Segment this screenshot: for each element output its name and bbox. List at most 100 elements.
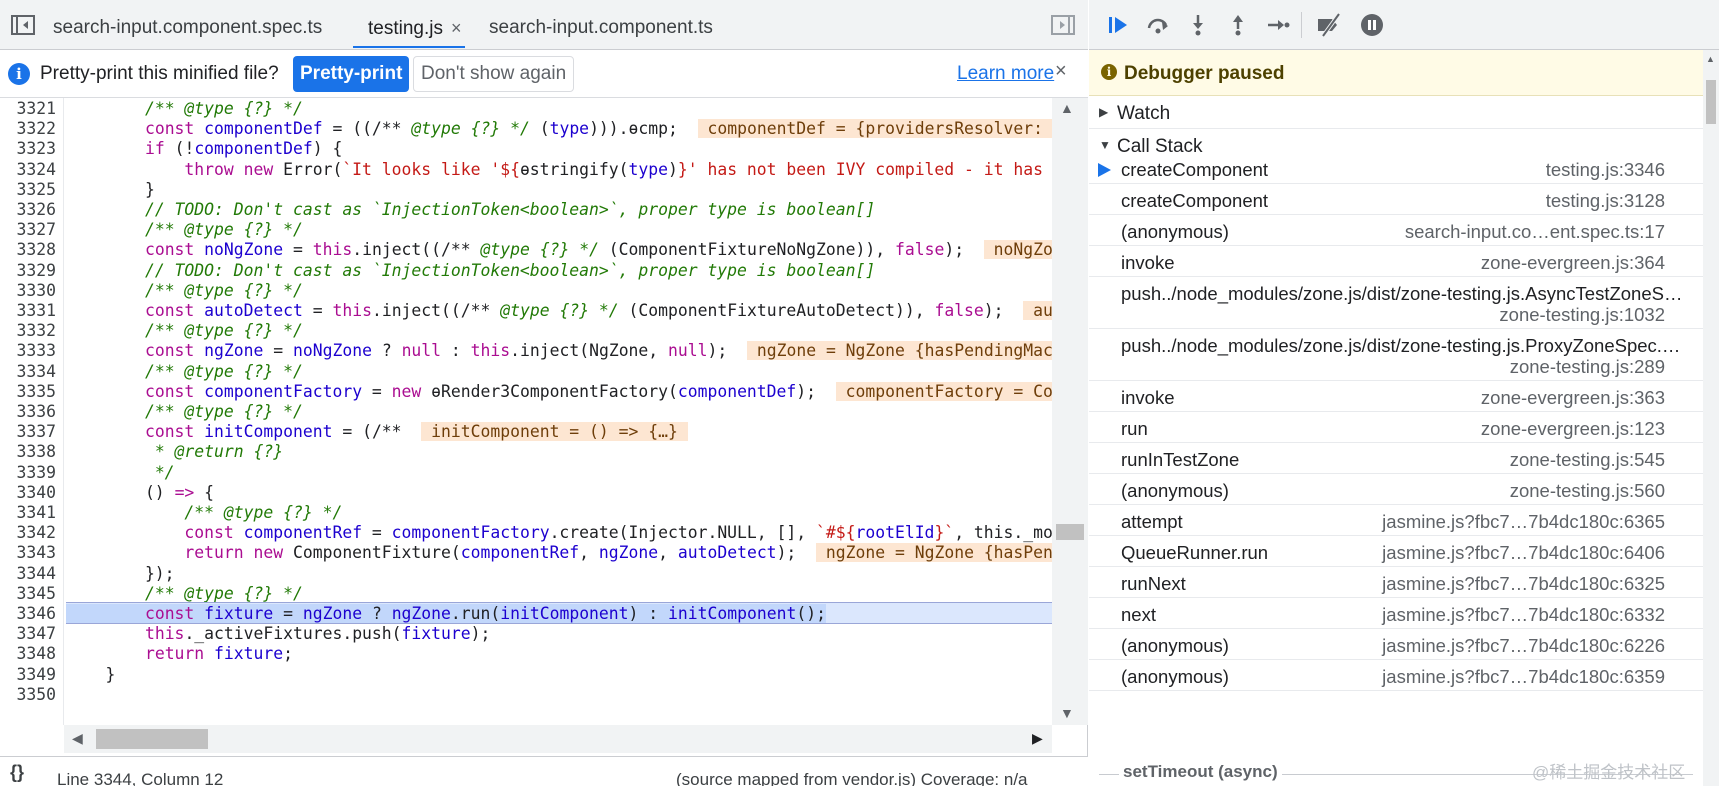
line-number[interactable]: 3323 xyxy=(17,138,56,160)
call-stack-frame[interactable]: push../node_modules/zone.js/dist/zone-te… xyxy=(1089,277,1703,329)
code-line[interactable]: const componentFactory = new ɵRender3Com… xyxy=(66,381,1052,403)
code-line[interactable]: * @return {?} xyxy=(66,441,283,463)
call-stack-frame[interactable]: invoke zone-evergreen.js:363 xyxy=(1089,381,1703,412)
toggle-debugger-icon[interactable] xyxy=(1050,13,1076,37)
toggle-navigator-icon[interactable] xyxy=(10,13,36,37)
code-line[interactable]: throw new Error(`It looks like '${ɵstrin… xyxy=(66,159,1052,181)
code-line[interactable]: /** @type {?} */ xyxy=(66,219,303,241)
frame-location-link[interactable]: zone-testing.js:545 xyxy=(1510,449,1665,471)
tab-testing-js[interactable]: testing.js × xyxy=(353,8,465,48)
source-map-info[interactable]: (source mapped from vendor.js) Coverage:… xyxy=(676,770,1028,786)
code-line[interactable]: const initComponent = (/** initComponent… xyxy=(66,421,688,443)
code-line[interactable]: const fixture = ngZone ? ngZone.run(init… xyxy=(66,603,826,625)
line-number[interactable]: 3343 xyxy=(17,542,56,564)
scroll-left-icon[interactable]: ◀ xyxy=(72,730,83,747)
call-stack-frame[interactable]: (anonymous) jasmine.js?fbc7…7b4dc180c:622… xyxy=(1089,629,1703,660)
line-number[interactable]: 3333 xyxy=(17,340,56,362)
code-line[interactable]: }); xyxy=(66,563,175,585)
code-line[interactable]: // TODO: Don't cast as `InjectionToken<b… xyxy=(66,260,875,282)
tab-search-input-spec[interactable]: search-input.component.spec.ts xyxy=(53,8,322,48)
line-number[interactable]: 3321 xyxy=(17,98,56,120)
code-line[interactable]: } xyxy=(66,179,155,201)
scroll-up-icon[interactable]: ▲ xyxy=(1706,54,1715,64)
call-stack-frame[interactable]: createComponent testing.js:3346 xyxy=(1089,153,1703,184)
line-number[interactable]: 3342 xyxy=(17,522,56,544)
close-icon[interactable]: × xyxy=(1055,60,1067,83)
line-number[interactable]: 3327 xyxy=(17,219,56,241)
code-line[interactable]: const componentRef = componentFactory.cr… xyxy=(66,522,1052,544)
line-number[interactable]: 3334 xyxy=(17,361,56,383)
code-editor[interactable]: 3321 3322 3323 3324 3325 3326 3327 3328 3329 3330… xyxy=(0,98,1052,725)
line-number[interactable]: 3338 xyxy=(17,441,56,463)
frame-location-link[interactable]: zone-testing.js:560 xyxy=(1510,480,1665,502)
line-number[interactable]: 3340 xyxy=(17,482,56,504)
pause-on-exceptions-icon[interactable] xyxy=(1359,12,1385,38)
editor-horizontal-scrollbar[interactable]: ◀ ▶ xyxy=(64,725,1052,753)
line-number[interactable]: 3344 xyxy=(17,563,56,585)
editor-vertical-scrollbar[interactable]: ▲ ▼ xyxy=(1052,98,1088,725)
line-number[interactable]: 3329 xyxy=(17,260,56,282)
code-line[interactable]: const ngZone = noNgZone ? null : this.in… xyxy=(66,340,1052,362)
line-number[interactable]: 3330 xyxy=(17,280,56,302)
code-line[interactable]: /** @type {?} */ xyxy=(66,361,303,383)
code-line[interactable]: const autoDetect = this.inject((/** @typ… xyxy=(66,300,1052,322)
code-line[interactable]: () => { xyxy=(66,482,214,504)
line-number[interactable]: 3322 xyxy=(17,118,56,140)
scroll-thumb[interactable] xyxy=(1706,80,1716,124)
code-line[interactable]: /** @type {?} */ xyxy=(66,502,342,524)
pretty-print-button[interactable]: Pretty-print xyxy=(293,56,410,92)
line-number[interactable]: 3332 xyxy=(17,320,56,342)
line-number[interactable]: 3328 xyxy=(17,239,56,261)
code-line[interactable]: /** @type {?} */ xyxy=(66,401,303,423)
step-over-icon[interactable] xyxy=(1145,12,1171,38)
code-line[interactable]: /** @type {?} */ xyxy=(66,320,303,342)
tab-close-icon[interactable]: × xyxy=(451,18,462,38)
frame-location-link[interactable]: jasmine.js?fbc7…7b4dc180c:6359 xyxy=(1382,666,1665,688)
call-stack-frame[interactable]: (anonymous) search-input.co…ent.spec.ts:1… xyxy=(1089,215,1703,246)
code-line[interactable]: return fixture; xyxy=(66,643,293,665)
resume-icon[interactable] xyxy=(1105,12,1131,38)
dont-show-again-button[interactable]: Don't show again xyxy=(413,56,575,92)
frame-location-link[interactable]: zone-evergreen.js:363 xyxy=(1481,387,1665,409)
frame-location-link[interactable]: testing.js:3346 xyxy=(1546,159,1665,181)
frame-location-link[interactable]: jasmine.js?fbc7…7b4dc180c:6406 xyxy=(1382,542,1665,564)
code-line[interactable]: /** @type {?} */ xyxy=(66,280,303,302)
code-line[interactable]: // TODO: Don't cast as `InjectionToken<b… xyxy=(66,199,875,221)
call-stack-frame[interactable]: runNext jasmine.js?fbc7…7b4dc180c:6325 xyxy=(1089,567,1703,598)
line-number[interactable]: 3326 xyxy=(17,199,56,221)
frame-location-link[interactable]: zone-evergreen.js:123 xyxy=(1481,418,1665,440)
scroll-thumb[interactable] xyxy=(1056,524,1084,540)
line-number[interactable]: 3339 xyxy=(17,462,56,484)
frame-location-link[interactable]: jasmine.js?fbc7…7b4dc180c:6226 xyxy=(1382,635,1665,657)
line-number[interactable]: 3347 xyxy=(17,623,56,645)
step-into-icon[interactable] xyxy=(1185,12,1211,38)
frame-location-link[interactable]: jasmine.js?fbc7…7b4dc180c:6325 xyxy=(1382,573,1665,595)
call-stack-frame[interactable]: invoke zone-evergreen.js:364 xyxy=(1089,246,1703,277)
scroll-right-icon[interactable]: ▶ xyxy=(1032,730,1043,747)
frame-location-link[interactable]: zone-testing.js:1032 xyxy=(1499,304,1665,326)
code-line[interactable]: if (!componentDef) { xyxy=(66,138,342,160)
sidebar-scrollbar[interactable]: ▲ xyxy=(1703,50,1719,786)
line-number[interactable]: 3350 xyxy=(17,684,56,706)
scroll-up-icon[interactable]: ▲ xyxy=(1060,100,1074,116)
call-stack-frame[interactable]: push../node_modules/zone.js/dist/zone-te… xyxy=(1089,329,1703,381)
code-line[interactable]: return new ComponentFixture(componentRef… xyxy=(66,542,1052,564)
call-stack-frame[interactable]: next jasmine.js?fbc7…7b4dc180c:6332 xyxy=(1089,598,1703,629)
frame-location-link[interactable]: jasmine.js?fbc7…7b4dc180c:6332 xyxy=(1382,604,1665,626)
scroll-thumb[interactable] xyxy=(96,729,208,749)
frame-location-link[interactable]: zone-evergreen.js:364 xyxy=(1481,252,1665,274)
frame-location-link[interactable]: jasmine.js?fbc7…7b4dc180c:6365 xyxy=(1382,511,1665,533)
call-stack-frame[interactable]: run zone-evergreen.js:123 xyxy=(1089,412,1703,443)
call-stack-frame[interactable]: (anonymous) jasmine.js?fbc7…7b4dc180c:635… xyxy=(1089,660,1703,691)
line-number[interactable]: 3348 xyxy=(17,643,56,665)
line-number[interactable]: 3325 xyxy=(17,179,56,201)
watch-section-header[interactable]: ▶ Watch xyxy=(1089,97,1703,129)
line-number[interactable]: 3346 xyxy=(17,603,56,625)
call-stack-frame[interactable]: attempt jasmine.js?fbc7…7b4dc180c:6365 xyxy=(1089,505,1703,536)
line-number-gutter[interactable]: 3321 3322 3323 3324 3325 3326 3327 3328 3329 3330… xyxy=(0,98,64,725)
call-stack-frame[interactable]: runInTestZone zone-testing.js:545 xyxy=(1089,443,1703,474)
code-line[interactable]: /** @type {?} */ xyxy=(66,98,303,120)
step-out-icon[interactable] xyxy=(1225,12,1251,38)
frame-location-link[interactable]: zone-testing.js:289 xyxy=(1510,356,1665,378)
learn-more-link[interactable]: Learn more xyxy=(957,63,1054,85)
